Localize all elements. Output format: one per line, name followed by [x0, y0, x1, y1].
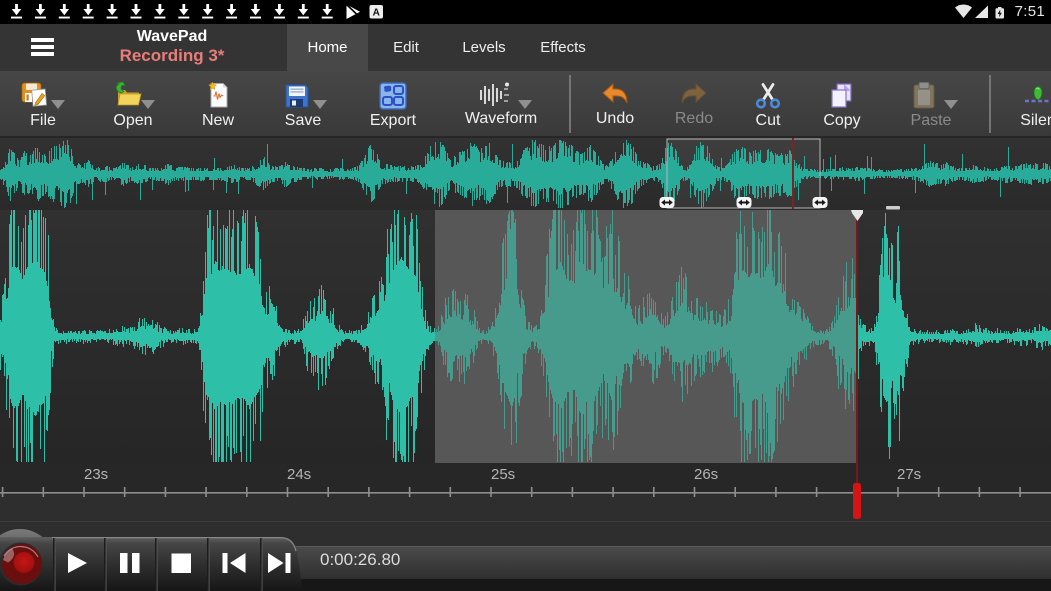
svg-text:A: A: [373, 8, 380, 19]
